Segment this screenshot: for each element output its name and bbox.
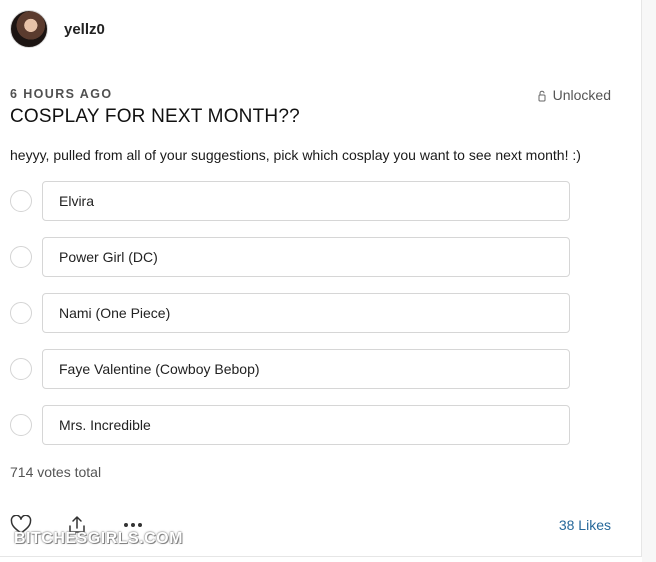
watermark: BITCHESGIRLS.COM (14, 530, 183, 547)
votes-total: 714 votes total (10, 464, 102, 480)
poll-option-box[interactable]: Mrs. Incredible (42, 405, 570, 445)
poll-radio[interactable] (10, 246, 32, 268)
post-time: 6 HOURS AGO (10, 87, 113, 101)
avatar[interactable] (10, 10, 48, 48)
post-card: yellz0 6 HOURS AGO Unlocked COSPLAY FOR … (0, 0, 642, 557)
unlocked-label: Unlocked (552, 87, 611, 103)
author-name[interactable]: yellz0 (64, 21, 105, 38)
unlocked-badge: Unlocked (537, 87, 611, 103)
post-header: yellz0 (10, 10, 105, 48)
poll-option[interactable]: Nami (One Piece) (10, 293, 570, 333)
post-title: COSPLAY FOR NEXT MONTH?? (10, 106, 300, 127)
poll-option-label: Mrs. Incredible (59, 417, 151, 433)
poll-option[interactable]: Mrs. Incredible (10, 405, 570, 445)
poll-option-box[interactable]: Nami (One Piece) (42, 293, 570, 333)
poll-option-label: Elvira (59, 193, 95, 209)
post-description: heyyy, pulled from all of your suggestio… (10, 147, 581, 163)
poll-radio[interactable] (10, 358, 32, 380)
poll-option[interactable]: Faye Valentine (Cowboy Bebop) (10, 349, 570, 389)
page-gutter (642, 0, 656, 562)
poll-option[interactable]: Power Girl (DC) (10, 237, 570, 277)
poll-option-box[interactable]: Power Girl (DC) (42, 237, 570, 277)
poll-option-label: Faye Valentine (Cowboy Bebop) (59, 361, 260, 377)
poll-radio[interactable] (10, 414, 32, 436)
unlock-icon (537, 89, 547, 102)
poll-option-box[interactable]: Elvira (42, 181, 570, 221)
poll-option-label: Power Girl (DC) (59, 249, 158, 265)
likes-count[interactable]: 38 Likes (559, 517, 611, 533)
poll-radio[interactable] (10, 190, 32, 212)
poll-radio[interactable] (10, 302, 32, 324)
poll-option[interactable]: Elvira (10, 181, 570, 221)
poll-option-label: Nami (One Piece) (59, 305, 171, 321)
poll-option-box[interactable]: Faye Valentine (Cowboy Bebop) (42, 349, 570, 389)
poll-options: Elvira Power Girl (DC) Nami (One Piece) … (10, 181, 570, 461)
